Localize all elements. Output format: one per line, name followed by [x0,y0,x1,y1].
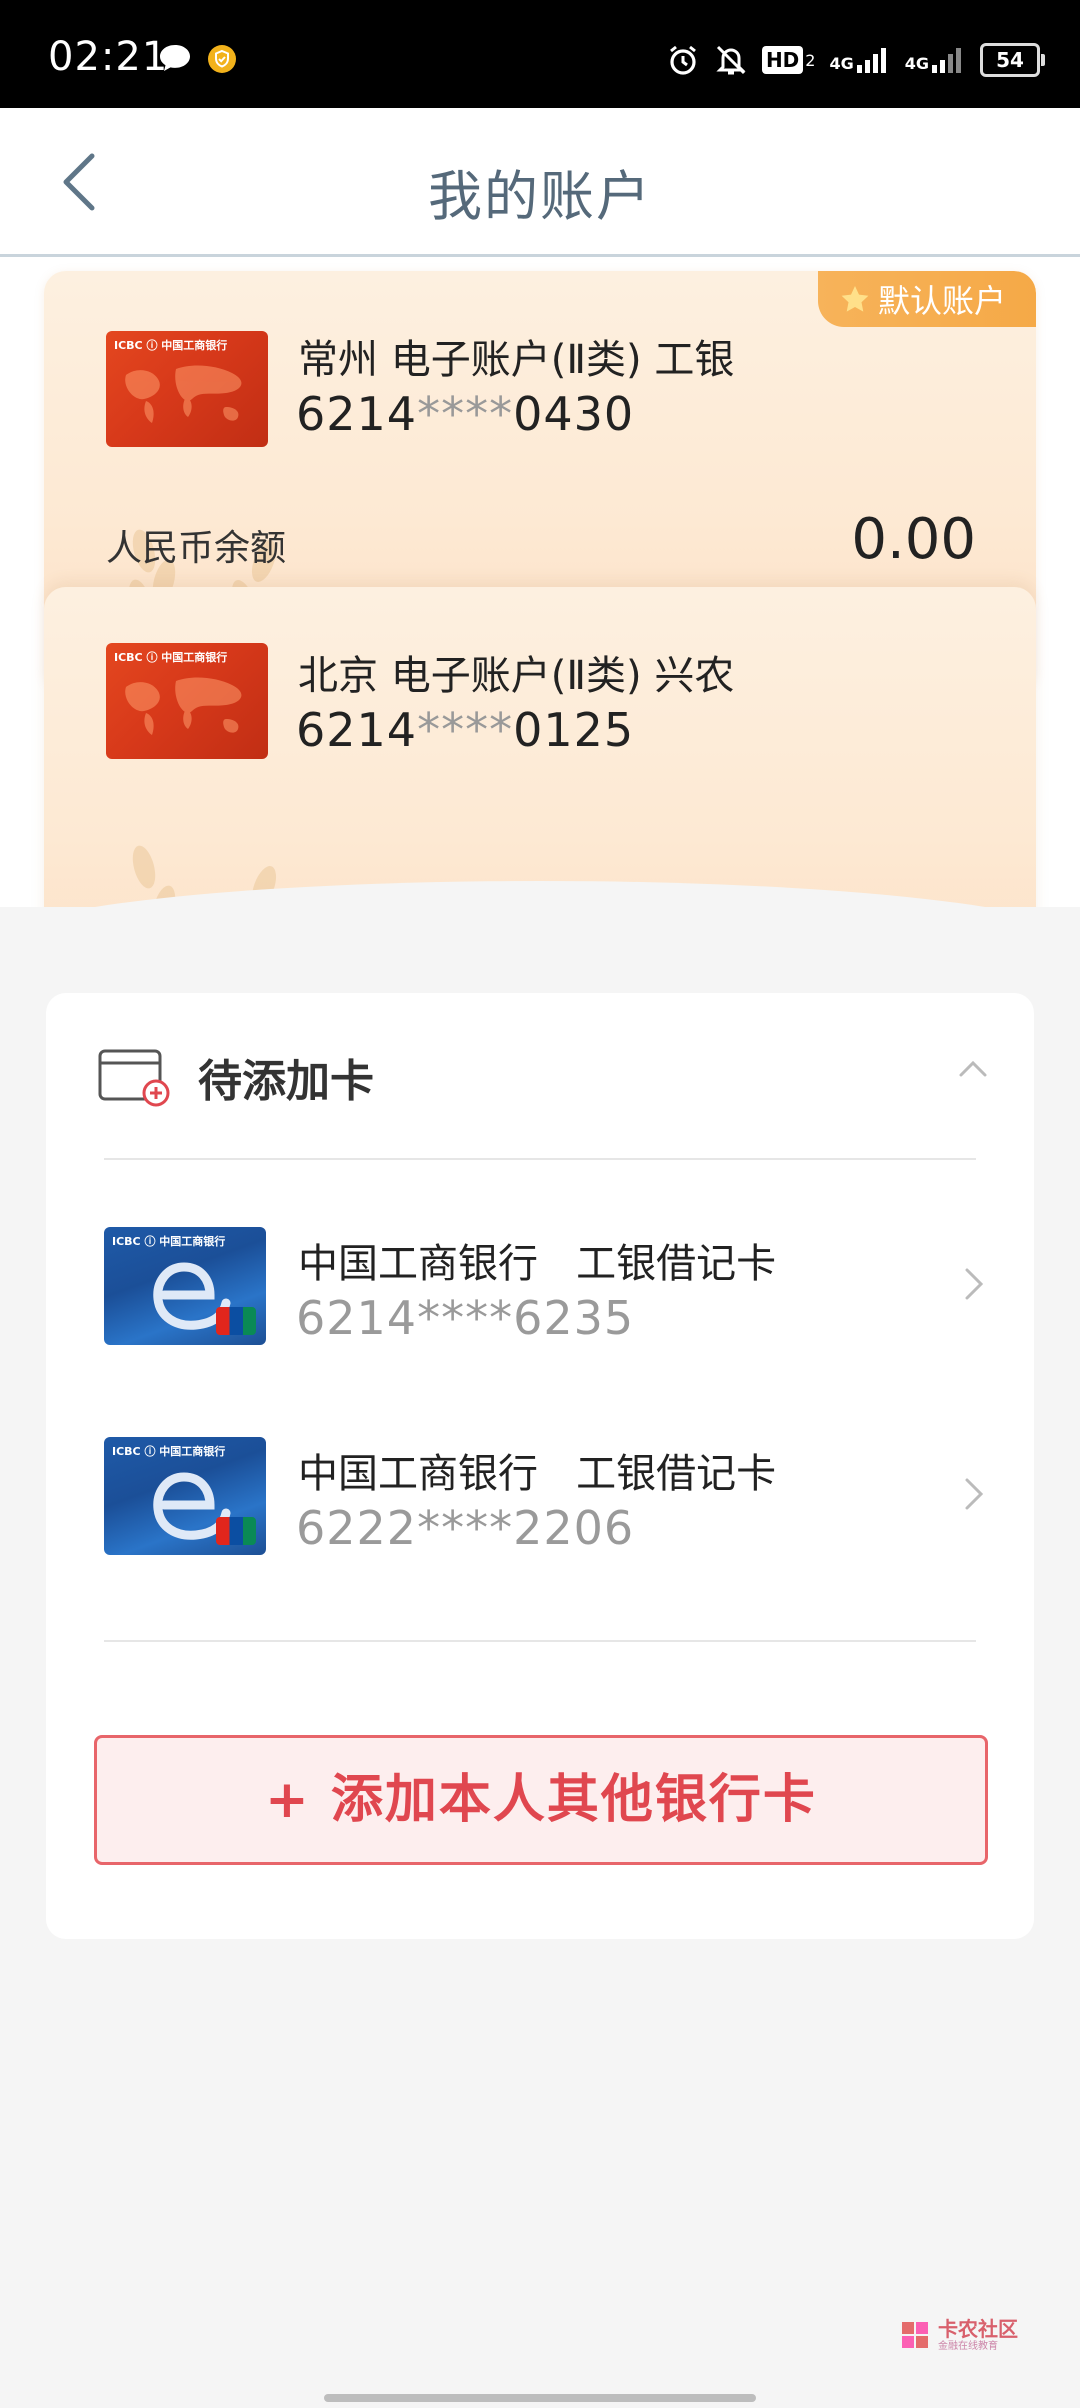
mute-bell-icon [716,45,746,75]
page-title: 我的账户 [428,165,652,228]
star-icon [841,286,869,312]
account-cards: ICBC ⓘ 中国工商银行 常州 电子账户(Ⅱ类) 工银 6214****043… [0,257,1080,907]
icbc-logo-text: ICBC ⓘ 中国工商银行 [114,651,228,664]
status-time: 02:21 [48,34,169,80]
home-indicator[interactable] [324,2394,756,2402]
shield-icon [206,43,238,79]
icbc-card-thumbnail: ICBC ⓘ 中国工商银行 [106,331,268,447]
divider [104,1640,976,1642]
pending-cards-title: 待添加卡 [198,1056,374,1107]
watermark-text: 卡农社区 [938,2316,1018,2341]
chevron-right-icon [965,1268,984,1300]
pending-card-row[interactable]: ICBC ⓘ 中国工商银行 中国工商银行 工银借记卡 6214****6235 [46,1213,1034,1363]
watermark-logo-icon [902,2322,928,2348]
bank-card-name: 中国工商银行 工银借记卡 [298,1451,777,1497]
chevron-right-icon [965,1478,984,1510]
icbc-debit-card-thumbnail: ICBC ⓘ 中国工商银行 [104,1437,266,1555]
alarm-icon [670,45,696,75]
bank-card-number: 6214****6235 [296,1291,635,1345]
icbc-logo-text: ICBC ⓘ 中国工商银行 [114,339,228,352]
bank-card-number: 6222****2206 [296,1501,635,1555]
world-map-icon [125,677,242,735]
nav-bar: 我的账户 [0,108,1080,257]
icbc-debit-card-thumbnail: ICBC ⓘ 中国工商银行 [104,1227,266,1345]
message-icon [158,43,192,77]
account-number: 6214****0125 [296,703,635,757]
divider [104,1158,976,1160]
account-name: 北京 电子账户(Ⅱ类) 兴农 [298,653,735,699]
chevron-up-icon[interactable] [958,1059,988,1079]
unionpay-logo [216,1307,256,1335]
account-number: 6214****0430 [296,387,635,441]
balance-value: 0.00 [851,507,976,572]
default-account-badge: 默认账户 [817,271,1036,327]
signal-4g-icon: 4G [829,47,890,73]
status-bar: 02:21 HD 2 4G 4G 54 [0,0,1080,108]
signal-4g-icon-2: 4G [905,47,966,73]
hd-icon: HD 2 [761,46,815,74]
pending-card-row[interactable]: ICBC ⓘ 中国工商银行 中国工商银行 工银借记卡 6222****2206 [46,1423,1034,1573]
world-map-icon [125,365,242,423]
balance-label: 人民币余额 [106,528,287,569]
icbc-card-thumbnail: ICBC ⓘ 中国工商银行 [106,643,268,759]
pending-cards-panel: 待添加卡 ICBC ⓘ 中国工商银行 中国工商银行 工银借记卡 6214****… [46,993,1034,1939]
account-card[interactable]: ICBC ⓘ 中国工商银行 北京 电子账户(Ⅱ类) 兴农 6214****012… [44,587,1036,907]
pending-cards-header[interactable]: 待添加卡 [46,993,1034,1161]
card-add-icon [98,1049,170,1107]
account-name: 常州 电子账户(Ⅱ类) 工银 [298,337,735,383]
add-other-bank-card-button[interactable]: + 添加本人其他银行卡 [94,1735,988,1865]
battery-icon: 54 [980,43,1045,77]
bank-card-name: 中国工商银行 工银借记卡 [298,1241,777,1287]
unionpay-logo [216,1517,256,1545]
status-icons: HD 2 4G 4G 54 [666,38,1045,82]
watermark-subtext: 金融在线教育 [938,2340,998,2352]
watermark: 卡农社区 金融在线教育 [898,2318,1018,2352]
